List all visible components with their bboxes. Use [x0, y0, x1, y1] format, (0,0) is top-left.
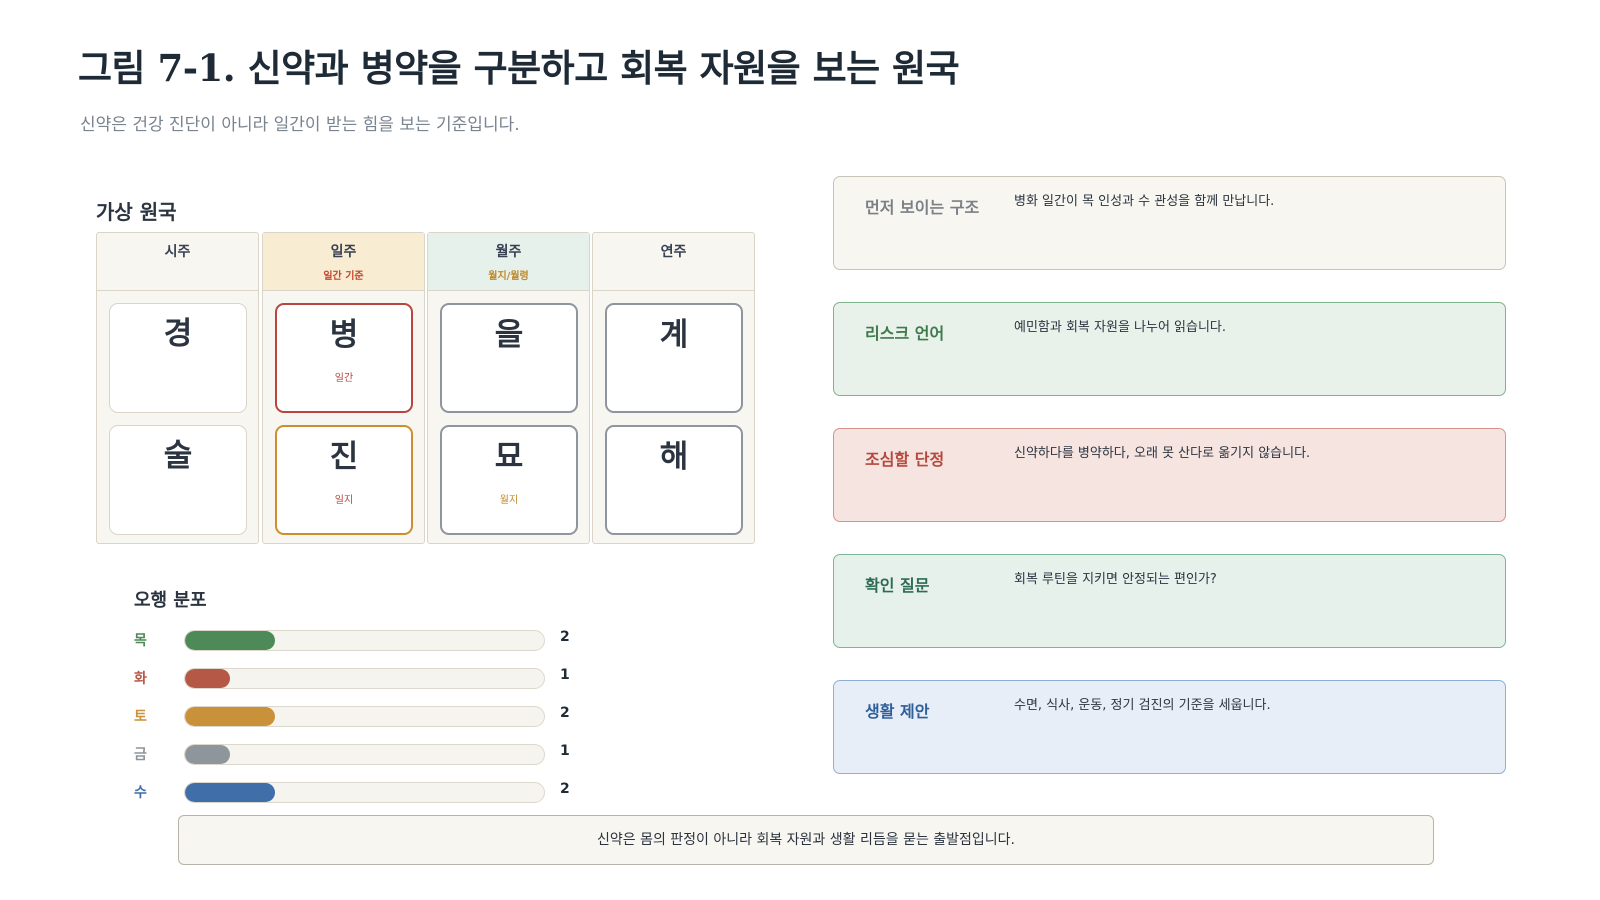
stem-card: 병 일간 — [275, 303, 413, 413]
figure-title: 그림 7-1. 신약과 병약을 구분하고 회복 자원을 보는 원국 — [78, 46, 960, 90]
pillar-name: 일주 — [330, 244, 357, 260]
panel-risk-language: 리스크 언어 예민함과 회복 자원을 나누어 읽습니다. — [833, 302, 1506, 396]
element-count: 2 — [560, 705, 570, 721]
panel-label: 조심할 단정 — [865, 450, 945, 469]
stem-character: 경 — [163, 316, 193, 352]
element-name: 수 — [134, 785, 147, 801]
element-bar-fill — [185, 707, 275, 726]
panel-label: 생활 제안 — [865, 702, 930, 721]
element-bar-fill — [185, 631, 275, 650]
pillar-year: 연주 계 해 — [592, 232, 755, 544]
element-bar-fill — [185, 745, 230, 764]
footer-note: 신약은 몸의 판정이 아니라 회복 자원과 생활 리듬을 묻는 출발점입니다. — [178, 815, 1434, 865]
panel-text: 신약하다를 병약하다, 오래 못 산다로 옮기지 않습니다. — [1014, 446, 1311, 461]
element-bar-track — [184, 782, 545, 803]
ohaeng-row-wood: 목 2 — [134, 628, 594, 652]
ohaeng-row-metal: 금 1 — [134, 742, 594, 766]
panel-check-question: 확인 질문 회복 루틴을 지키면 안정되는 편인가? — [833, 554, 1506, 648]
element-name: 금 — [134, 747, 147, 763]
pillar-header: 연주 — [593, 233, 754, 291]
pillar-name: 연주 — [660, 244, 687, 260]
pillar-month: 월주 월지/월령 을 묘 월지 — [427, 232, 590, 544]
element-name: 토 — [134, 709, 147, 725]
panel-lifestyle: 생활 제안 수면, 식사, 운동, 정기 검진의 기준을 세웁니다. — [833, 680, 1506, 774]
figure-subtitle: 신약은 건강 진단이 아니라 일간이 받는 힘을 보는 기준입니다. — [80, 115, 520, 135]
stem-character: 계 — [659, 317, 689, 353]
branch-card: 묘 월지 — [440, 425, 578, 535]
pillar-header: 월주 월지/월령 — [428, 233, 589, 291]
element-count: 2 — [560, 629, 570, 645]
panel-label: 확인 질문 — [865, 576, 930, 595]
branch-card: 진 일지 — [275, 425, 413, 535]
branch-character: 해 — [659, 439, 689, 475]
element-count: 1 — [560, 667, 570, 683]
stem-character: 병 — [329, 317, 359, 353]
element-bar-fill — [185, 669, 230, 688]
panel-caution: 조심할 단정 신약하다를 병약하다, 오래 못 산다로 옮기지 않습니다. — [833, 428, 1506, 522]
stem-card: 경 — [109, 303, 247, 413]
panel-text: 병화 일간이 목 인성과 수 관성을 함께 만납니다. — [1014, 194, 1275, 209]
element-bar-track — [184, 630, 545, 651]
branch-character: 술 — [163, 438, 193, 474]
branch-note: 일지 — [334, 495, 354, 506]
ohaeng-row-fire: 화 1 — [134, 666, 594, 690]
pillar-hour: 시주 경 술 — [96, 232, 259, 544]
pillar-day: 일주 일간 기준 병 일간 진 일지 — [262, 232, 425, 544]
stem-character: 을 — [494, 317, 524, 353]
panel-label: 리스크 언어 — [865, 324, 945, 343]
element-count: 1 — [560, 743, 570, 759]
element-bar-track — [184, 668, 545, 689]
panel-text: 회복 루틴을 지키면 안정되는 편인가? — [1014, 572, 1217, 587]
element-bar-track — [184, 744, 545, 765]
saju-chart-heading: 가상 원국 — [96, 200, 177, 224]
pillar-name: 월주 — [495, 244, 522, 260]
pillar-name: 시주 — [164, 244, 191, 260]
element-bar-track — [184, 706, 545, 727]
pillar-tag: 일간 기준 — [323, 271, 364, 282]
panel-label: 먼저 보이는 구조 — [865, 198, 980, 217]
stem-note: 일간 — [334, 373, 354, 384]
branch-note: 월지 — [499, 495, 519, 506]
pillar-header: 일주 일간 기준 — [263, 233, 424, 291]
branch-card: 술 — [109, 425, 247, 535]
element-bar-fill — [185, 783, 275, 802]
pillar-tag: 월지/월령 — [488, 271, 529, 282]
ohaeng-heading: 오행 분포 — [134, 590, 207, 611]
ohaeng-row-earth: 토 2 — [134, 704, 594, 728]
element-count: 2 — [560, 781, 570, 797]
branch-character: 진 — [329, 439, 359, 475]
element-name: 화 — [134, 671, 147, 687]
branch-character: 묘 — [494, 439, 524, 475]
panel-structure: 먼저 보이는 구조 병화 일간이 목 인성과 수 관성을 함께 만납니다. — [833, 176, 1506, 270]
stem-card: 을 — [440, 303, 578, 413]
stem-card: 계 — [605, 303, 743, 413]
element-name: 목 — [134, 633, 147, 649]
ohaeng-row-water: 수 2 — [134, 780, 594, 804]
pillar-header: 시주 — [97, 233, 258, 291]
branch-card: 해 — [605, 425, 743, 535]
panel-text: 수면, 식사, 운동, 정기 검진의 기준을 세웁니다. — [1014, 698, 1271, 713]
panel-text: 예민함과 회복 자원을 나누어 읽습니다. — [1014, 320, 1227, 335]
